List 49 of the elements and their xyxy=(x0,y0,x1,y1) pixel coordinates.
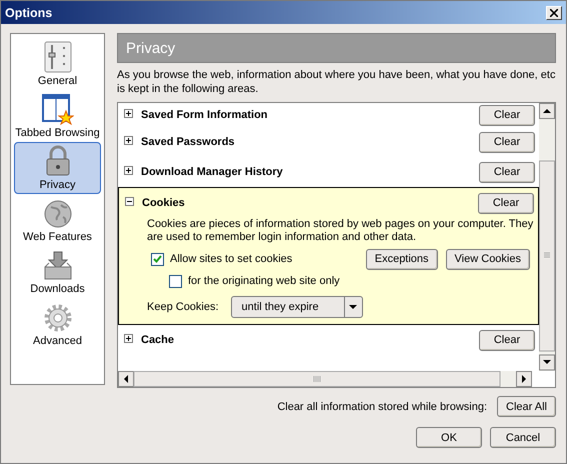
expand-icon[interactable] xyxy=(124,136,133,145)
clear-button[interactable]: Clear xyxy=(478,192,534,214)
gear-icon xyxy=(42,303,72,333)
clear-button[interactable]: Clear xyxy=(479,330,535,350)
section-header: Privacy xyxy=(117,33,556,63)
expand-icon[interactable] xyxy=(124,334,133,343)
close-icon xyxy=(550,8,558,16)
sidebar-item[interactable]: Tabbed Browsing xyxy=(14,90,101,142)
checkbox[interactable] xyxy=(151,252,164,266)
checkbox-label: for the originating web site only xyxy=(188,275,340,287)
close-button[interactable] xyxy=(546,6,562,20)
item-title: Cache xyxy=(141,334,174,346)
sidebar-item[interactable]: General xyxy=(14,38,101,90)
expand-icon[interactable] xyxy=(124,109,133,118)
clear-button[interactable]: Clear xyxy=(479,162,535,182)
tabbed-window-icon xyxy=(42,93,74,125)
checkbox[interactable] xyxy=(169,274,182,288)
clear-button[interactable]: Clear xyxy=(479,104,535,126)
checkbox-label: Allow sites to set cookies xyxy=(170,253,292,265)
dialog-button[interactable]: Cancel xyxy=(490,427,556,448)
dialog-button[interactable]: OK xyxy=(416,427,482,448)
item-title: Download Manager History xyxy=(141,166,283,178)
sliders-icon xyxy=(44,41,72,73)
sidebar-item[interactable]: Downloads xyxy=(14,246,101,298)
vertical-scrollbar[interactable] xyxy=(539,103,555,371)
globe-icon xyxy=(42,199,72,229)
sidebar-item[interactable]: Advanced xyxy=(14,298,101,350)
item-title: Saved Passwords xyxy=(141,136,235,148)
expand-icon[interactable] xyxy=(124,166,133,175)
collapse-icon[interactable] xyxy=(125,197,134,206)
check-icon xyxy=(153,255,162,263)
section-description: As you browse the web, information about where you have been, what you have done, etc is kept in the following areas. xyxy=(117,68,556,96)
cookies-description: Cookies are pieces of information stored by web pages on your computer. They are used to remember login information and other data. xyxy=(147,218,534,244)
window-title: Options xyxy=(5,6,52,20)
sidebar-item[interactable]: Privacy xyxy=(14,142,101,194)
dialog-button[interactable]: View Cookies xyxy=(446,248,530,270)
clear-button[interactable]: Clear xyxy=(479,132,535,152)
download-box-icon xyxy=(42,251,74,281)
dialog-button[interactable]: Exceptions xyxy=(366,248,438,270)
item-title: Cookies xyxy=(142,197,185,209)
keep-cookies-label: Keep Cookies: xyxy=(147,301,219,313)
clear-all-label: Clear all information stored while browsing: xyxy=(277,400,488,412)
horizontal-scrollbar[interactable] xyxy=(118,371,532,387)
caret-icon xyxy=(349,305,358,309)
item-title: Saved Form Information xyxy=(141,109,268,121)
keep-cookies-dropdown[interactable]: until they expire xyxy=(230,296,363,318)
sidebar-item[interactable]: Web Features xyxy=(14,194,101,246)
clear-all-button[interactable]: Clear All xyxy=(497,396,556,417)
padlock-icon xyxy=(44,145,72,177)
